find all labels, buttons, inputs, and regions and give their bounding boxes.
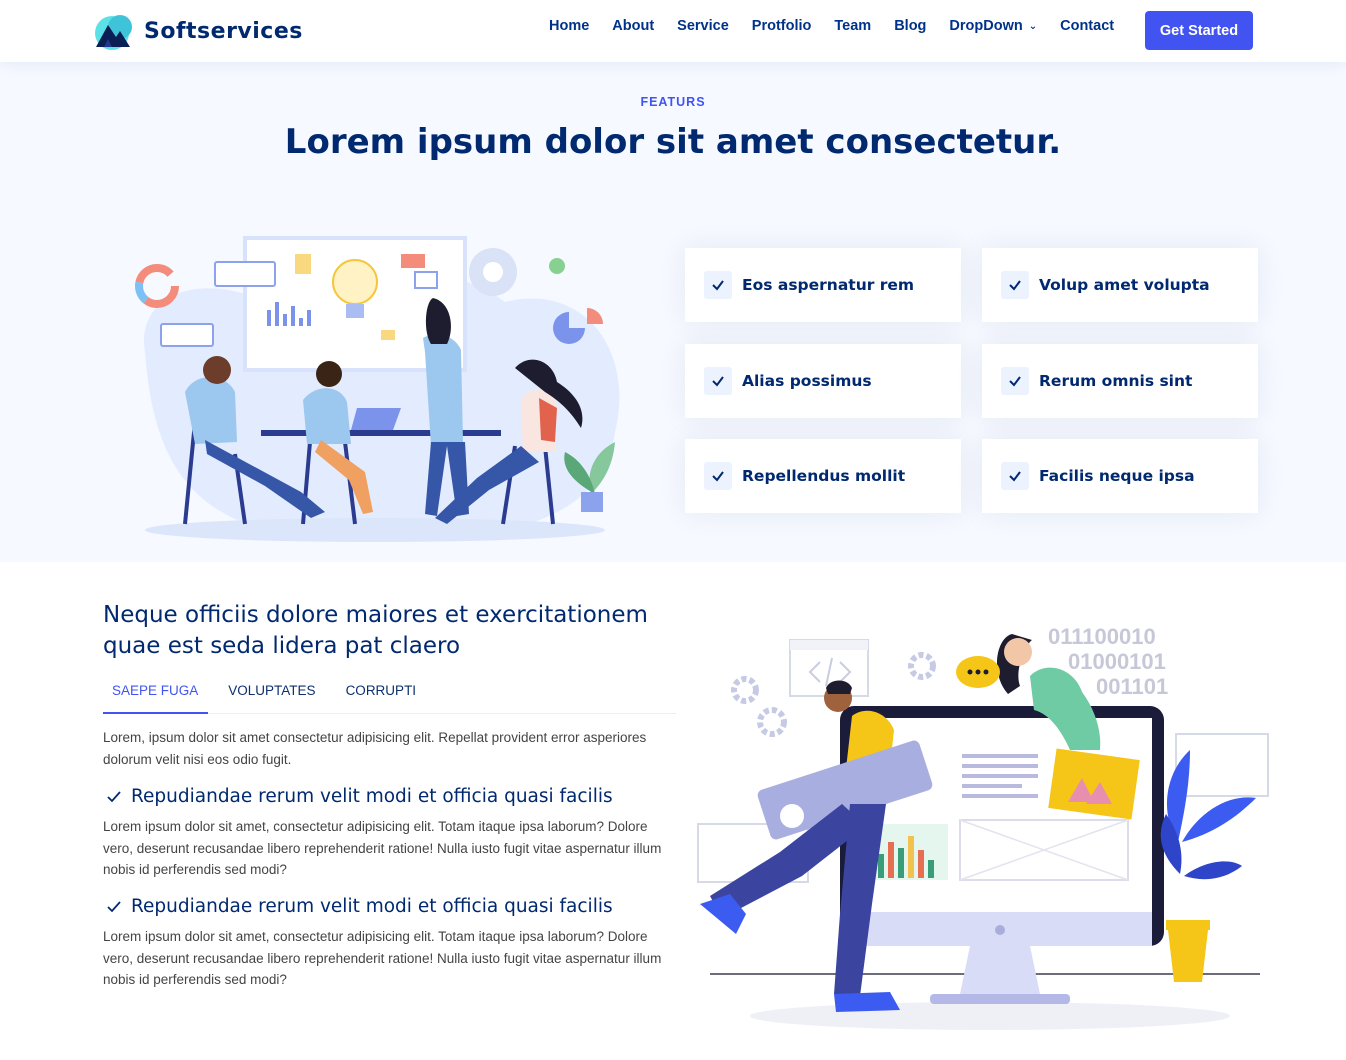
- tab-bar: SAEPE FUGA VOLUPTATES CORRUPTI: [103, 674, 676, 714]
- site-header: Softservices Home About Service Protfoli…: [0, 0, 1346, 62]
- feature-label: Repellendus mollit: [742, 467, 906, 485]
- feature-card: Volup amet volupta: [982, 248, 1258, 322]
- tab-subheading-text: Repudiandae rerum velit modi et officia …: [131, 896, 613, 917]
- feature-label: Volup amet volupta: [1039, 276, 1210, 294]
- brand-name: Softservices: [144, 18, 303, 44]
- tab-saepe-fuga[interactable]: SAEPE FUGA: [103, 674, 209, 714]
- feature-card: Rerum omnis sint: [982, 344, 1258, 418]
- nav-portfolio[interactable]: Protfolio: [752, 18, 812, 34]
- main-nav: Home About Service Protfolio Team Blog D…: [549, 18, 1137, 34]
- check-icon: [1001, 462, 1029, 490]
- feature-card: Eos aspernatur rem: [685, 248, 961, 322]
- tab-body-text: Lorem ipsum dolor sit amet, consectetur …: [103, 819, 662, 877]
- binary-line: 01000101: [1068, 649, 1166, 674]
- chevron-down-icon: ⌄: [1028, 20, 1038, 32]
- nav-home[interactable]: Home: [549, 18, 589, 34]
- check-icon: [704, 367, 732, 395]
- check-icon: [704, 271, 732, 299]
- nav-about[interactable]: About: [612, 18, 654, 34]
- tab-corrupti[interactable]: CORRUPTI: [337, 674, 427, 714]
- tab-subheading: Repudiandae rerum velit modi et officia …: [105, 786, 675, 807]
- nav-service[interactable]: Service: [677, 18, 729, 34]
- mountain-logo-icon: [95, 15, 132, 50]
- section-eyebrow: FEATURS: [640, 95, 706, 109]
- check-icon: [704, 462, 732, 490]
- check-icon: [1001, 271, 1029, 299]
- nav-blog[interactable]: Blog: [894, 18, 926, 34]
- nav-team[interactable]: Team: [834, 18, 871, 34]
- feature-label: Alias possimus: [742, 372, 872, 390]
- feature-card: Alias possimus: [685, 344, 961, 418]
- brand-logo[interactable]: Softservices: [90, 11, 303, 51]
- section-title: Lorem ipsum dolor sit amet consectetur.: [284, 122, 1062, 162]
- get-started-button[interactable]: Get Started: [1145, 11, 1253, 50]
- team-meeting-illustration: [135, 236, 620, 542]
- developer-monitor-illustration: 011100010 01000101 001101: [697, 624, 1269, 1030]
- tab-subheading-text: Repudiandae rerum velit modi et officia …: [131, 786, 613, 807]
- nav-dropdown-label: DropDown: [949, 18, 1023, 34]
- tab-subheading: Repudiandae rerum velit modi et officia …: [105, 896, 675, 917]
- tab-voluptates[interactable]: VOLUPTATES: [219, 674, 325, 714]
- nav-dropdown[interactable]: DropDown ⌄: [949, 18, 1037, 34]
- nav-contact[interactable]: Contact: [1060, 18, 1114, 34]
- check-icon: [1001, 367, 1029, 395]
- tab-intro-text: Lorem, ipsum dolor sit amet consectetur …: [103, 730, 647, 767]
- feature-label: Rerum omnis sint: [1039, 372, 1193, 390]
- check-icon: [107, 790, 121, 802]
- feature-card: Repellendus mollit: [685, 439, 961, 513]
- features-section: FEATURS Lorem ipsum dolor sit amet conse…: [0, 62, 1346, 562]
- feature-card: Facilis neque ipsa: [982, 439, 1258, 513]
- feature-label: Facilis neque ipsa: [1039, 467, 1195, 485]
- feature-label: Eos aspernatur rem: [742, 276, 915, 294]
- tabs-section-title: Neque officiis dolore maiores et exercit…: [103, 602, 648, 659]
- binary-line: 001101: [1096, 674, 1168, 699]
- binary-line: 011100010: [1048, 624, 1156, 649]
- check-icon: [107, 900, 121, 912]
- tab-body-text: Lorem ipsum dolor sit amet, consectetur …: [103, 929, 662, 987]
- tabs-section: Neque officiis dolore maiores et exercit…: [0, 562, 1346, 1060]
